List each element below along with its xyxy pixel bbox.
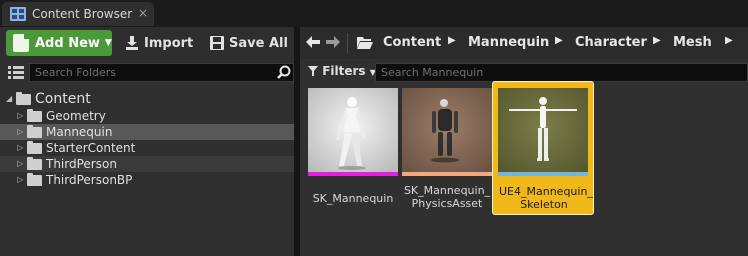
tree-item-thirdpersonbp[interactable]: ▷ ThirdPersonBP bbox=[0, 172, 294, 188]
collapsed-triangle-icon[interactable]: ▷ bbox=[17, 124, 23, 140]
back-arrow-icon[interactable] bbox=[306, 36, 320, 48]
breadcrumb-arrow-icon[interactable]: ▶ bbox=[448, 35, 456, 46]
folder-open-icon bbox=[357, 37, 373, 49]
breadcrumb-arrow-icon[interactable]: ▶ bbox=[725, 35, 733, 46]
folder-icon bbox=[27, 173, 42, 186]
chevron-down-icon: ▼ bbox=[104, 38, 112, 48]
save-all-button[interactable]: Save All bbox=[210, 32, 288, 54]
nav-separator bbox=[347, 33, 348, 53]
save-icon bbox=[210, 36, 224, 50]
collapsed-triangle-icon[interactable]: ▷ bbox=[17, 172, 23, 188]
new-asset-icon bbox=[13, 34, 29, 52]
asset-tile-ue4-mannequin-skeleton[interactable]: UE4_Mannequin_ Skeleton bbox=[492, 81, 594, 215]
filter-icon bbox=[308, 66, 318, 76]
tree-item-label: Mannequin bbox=[46, 125, 113, 139]
skeletal-mesh-thumbnail bbox=[308, 88, 398, 174]
tree-item-label: Geometry bbox=[46, 109, 106, 123]
tree-item-startercontent[interactable]: ▷ StarterContent bbox=[0, 140, 294, 156]
breadcrumb-mannequin[interactable]: Mannequin bbox=[468, 35, 549, 50]
asset-name-line1: UE4_Mannequin_ bbox=[499, 185, 593, 198]
close-tab-icon[interactable]: × bbox=[138, 6, 148, 20]
breadcrumb-arrow-icon[interactable]: ▶ bbox=[653, 35, 661, 46]
tab-content-browser[interactable]: Content Browser × bbox=[2, 2, 154, 26]
asset-name-line2: Skeleton bbox=[520, 198, 568, 211]
tree-item-thirdperson[interactable]: ▷ ThirdPerson bbox=[0, 156, 294, 172]
tree-item-label: ThirdPerson bbox=[46, 157, 117, 171]
tree-item-label: StarterContent bbox=[46, 141, 136, 155]
asset-type-strip bbox=[498, 172, 588, 176]
tab-title: Content Browser bbox=[32, 7, 133, 21]
tree-item-geometry[interactable]: ▷ Geometry bbox=[0, 108, 294, 124]
collapsed-triangle-icon[interactable]: ▷ bbox=[17, 156, 23, 172]
breadcrumb-mesh[interactable]: Mesh bbox=[673, 35, 712, 50]
asset-type-strip bbox=[402, 172, 492, 176]
tree-item-content[interactable]: ◢ Content bbox=[0, 90, 294, 108]
breadcrumb-character[interactable]: Character bbox=[575, 35, 647, 50]
folder-icon bbox=[27, 141, 42, 154]
breadcrumb-arrow-icon[interactable]: ▶ bbox=[555, 35, 563, 46]
search-assets-input[interactable]: Search Mannequin bbox=[375, 63, 748, 82]
save-all-label: Save All bbox=[229, 35, 288, 51]
import-icon bbox=[126, 36, 138, 50]
folder-icon bbox=[27, 157, 42, 170]
search-folders-input[interactable]: Search Folders bbox=[29, 63, 294, 82]
collapsed-triangle-icon[interactable]: ▷ bbox=[17, 140, 23, 156]
filters-button[interactable]: Filters ▼ bbox=[308, 64, 376, 78]
asset-name-line1: SK_Mannequin_ bbox=[403, 184, 491, 197]
collapsed-triangle-icon[interactable]: ▷ bbox=[17, 108, 23, 124]
filters-label: Filters bbox=[322, 64, 366, 78]
search-icon[interactable] bbox=[277, 65, 291, 79]
content-browser-icon bbox=[10, 7, 26, 21]
tree-item-mannequin[interactable]: ▷ Mannequin bbox=[0, 124, 294, 140]
import-label: Import bbox=[144, 35, 194, 51]
expanded-triangle-icon[interactable]: ◢ bbox=[6, 91, 12, 107]
add-new-button[interactable]: Add New ▼ bbox=[6, 30, 112, 56]
folder-icon bbox=[27, 109, 42, 122]
add-new-label: Add New bbox=[35, 35, 100, 51]
tree-item-label: ThirdPersonBP bbox=[46, 173, 133, 187]
sources-panel-toggle-icon[interactable] bbox=[8, 66, 24, 79]
asset-tile-sk-mannequin-physicsasset[interactable]: SK_Mannequin_ PhysicsAsset bbox=[402, 88, 492, 216]
asset-tile-sk-mannequin[interactable]: SK_Mannequin bbox=[308, 88, 398, 216]
tree-item-label: Content bbox=[35, 91, 91, 107]
folder-icon bbox=[16, 92, 31, 105]
breadcrumb-content[interactable]: Content bbox=[383, 35, 441, 50]
skeleton-thumbnail bbox=[498, 88, 588, 174]
import-button[interactable]: Import bbox=[125, 32, 193, 54]
asset-name-line2: PhysicsAsset bbox=[411, 197, 483, 210]
asset-type-strip bbox=[308, 172, 398, 176]
forward-arrow-icon[interactable] bbox=[326, 36, 340, 48]
asset-name-label: SK_Mannequin bbox=[312, 192, 394, 205]
folder-icon bbox=[27, 125, 42, 138]
asset-name-label: SK_Mannequin_ PhysicsAsset bbox=[402, 184, 492, 210]
asset-name-label: UE4_Mannequin_ Skeleton bbox=[499, 185, 593, 211]
physics-asset-thumbnail bbox=[402, 88, 492, 174]
